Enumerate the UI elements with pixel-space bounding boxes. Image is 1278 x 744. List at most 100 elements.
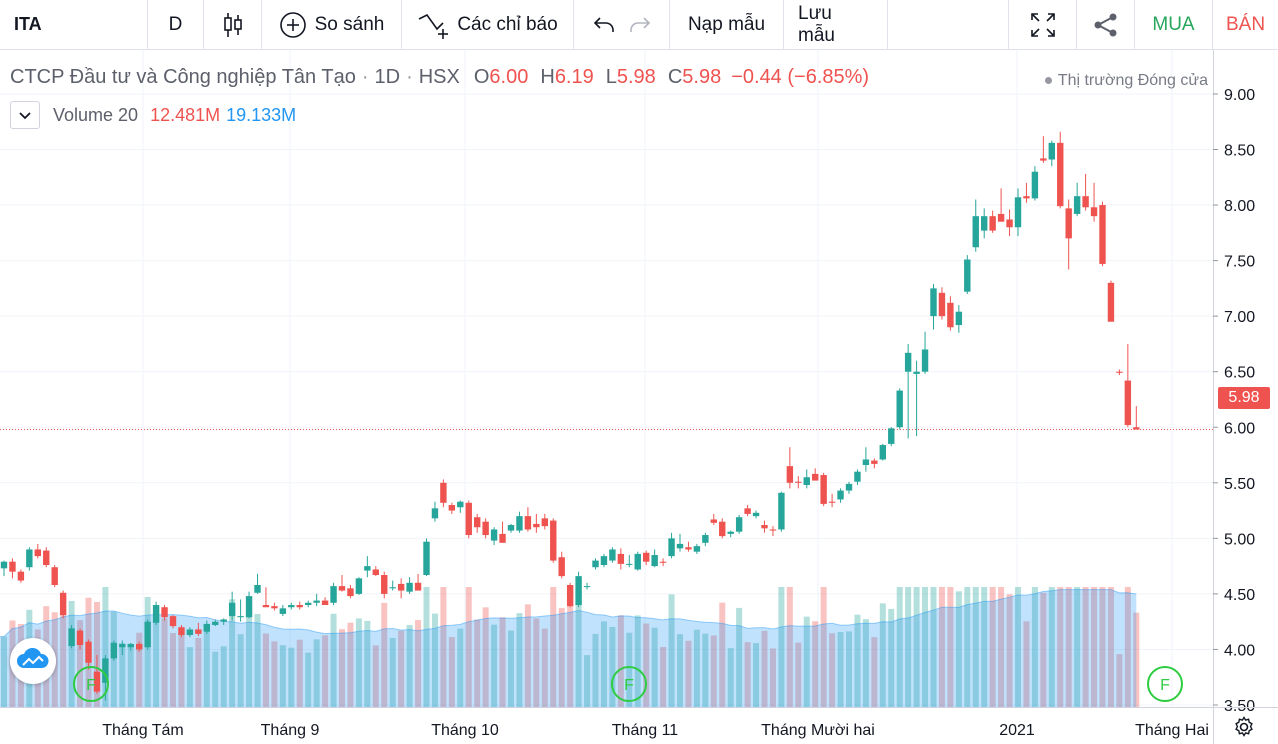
candle	[1006, 209, 1013, 237]
volume-name: Volume 20	[53, 104, 139, 125]
candle	[330, 582, 337, 606]
market-status: Thị trường Đóng cửa	[1044, 72, 1208, 90]
candle	[761, 520, 768, 533]
candle	[1057, 131, 1064, 209]
tradingview-logo[interactable]	[10, 638, 56, 684]
candle	[1065, 199, 1072, 270]
candle-body	[617, 553, 625, 564]
candle-body	[254, 585, 261, 593]
cloud-logo-icon	[16, 647, 50, 675]
change-value: −0.44 (−6.85%)	[731, 66, 870, 88]
chart-type-button[interactable]	[204, 0, 262, 50]
interval-button[interactable]: D	[148, 0, 204, 50]
candle	[617, 548, 625, 570]
candle	[575, 571, 582, 608]
candle-body	[702, 535, 709, 543]
candle-body	[313, 600, 320, 603]
dividend-label: F	[86, 677, 96, 694]
candle	[465, 500, 472, 539]
legend-separator: ·	[406, 66, 413, 88]
volume-value: 12.481M	[150, 104, 221, 125]
share-button[interactable]	[1077, 0, 1135, 50]
candle-body	[152, 605, 160, 623]
candle	[279, 605, 287, 617]
candle-body	[930, 288, 937, 317]
candle-body	[964, 259, 971, 292]
candle	[0, 560, 8, 577]
collapse-legend-button[interactable]	[10, 101, 40, 129]
high-label: H	[540, 66, 555, 88]
candle-body	[186, 629, 194, 636]
interval-label: D	[168, 13, 183, 35]
redo-icon[interactable]	[629, 16, 651, 34]
candle-body	[34, 549, 41, 557]
symbol-search[interactable]: ITA	[0, 0, 148, 50]
candle	[989, 210, 996, 233]
y-tick-label: 5.00	[1224, 531, 1255, 548]
candle	[1090, 182, 1098, 222]
fullscreen-button[interactable]	[1009, 0, 1077, 50]
candle	[812, 468, 819, 481]
y-tick-label: 8.50	[1224, 143, 1255, 160]
candle-body	[440, 482, 447, 503]
candle-body	[1073, 196, 1081, 214]
compare-label: So sánh	[314, 13, 385, 35]
candle-body	[144, 621, 151, 648]
undo-icon[interactable]	[593, 16, 615, 34]
candle-body	[1040, 158, 1047, 161]
candle-body	[136, 643, 143, 650]
settings-button[interactable]	[1233, 716, 1255, 738]
candle-body	[212, 621, 219, 626]
y-tick-label: 4.50	[1224, 587, 1255, 604]
candle-body	[989, 216, 996, 231]
candle-body	[862, 459, 870, 466]
candle-body	[879, 445, 886, 460]
candle-body	[1048, 142, 1055, 160]
candle	[533, 513, 540, 533]
candle-body	[744, 508, 751, 514]
candle-body	[997, 213, 1005, 222]
gear-icon	[1233, 716, 1255, 742]
candle	[254, 573, 261, 594]
price-chart[interactable]: F F F 9.00 8.50 8.00 7.50 7.00 6.50 6.00 5.50 5.00 4…	[0, 50, 1278, 744]
candle-body	[26, 549, 33, 568]
candle-body	[245, 596, 253, 618]
candle	[702, 532, 709, 547]
candle-body	[533, 523, 540, 528]
candle-body	[676, 543, 684, 549]
candle	[1031, 166, 1039, 201]
indicators-button[interactable]: Các chỉ báo	[402, 0, 574, 50]
candle-body	[85, 641, 92, 663]
candle	[609, 547, 616, 563]
buy-button[interactable]: MUA	[1135, 0, 1213, 50]
save-template-button[interactable]: Lưu mẫu	[784, 0, 888, 50]
candle-body	[364, 566, 371, 571]
last-price-tag: 5.98	[1218, 387, 1270, 409]
candle	[921, 331, 929, 374]
y-tick-label: 6.50	[1224, 365, 1255, 382]
sell-button[interactable]: BÁN	[1213, 0, 1278, 50]
compare-button[interactable]: So sánh	[262, 0, 402, 50]
load-template-button[interactable]: Nạp mẫu	[670, 0, 784, 50]
candle-body	[913, 371, 920, 374]
candle-body	[321, 600, 329, 606]
candle-body	[888, 428, 895, 444]
candle	[668, 532, 675, 559]
candle	[296, 601, 303, 610]
candle-body	[110, 642, 118, 659]
candle	[558, 551, 565, 579]
candle-body	[431, 508, 439, 519]
candle-body	[947, 302, 954, 328]
candle-body	[195, 629, 202, 634]
candle-body	[305, 602, 312, 606]
candle-body	[828, 501, 836, 503]
candle	[59, 590, 67, 619]
candle	[947, 296, 954, 331]
candle-body	[1065, 208, 1072, 239]
candle	[710, 513, 717, 526]
legend-exchange: HSX	[418, 66, 460, 88]
candle-body	[668, 538, 675, 557]
candle-body	[423, 541, 430, 576]
candle-body	[457, 501, 464, 508]
candle	[828, 493, 836, 508]
